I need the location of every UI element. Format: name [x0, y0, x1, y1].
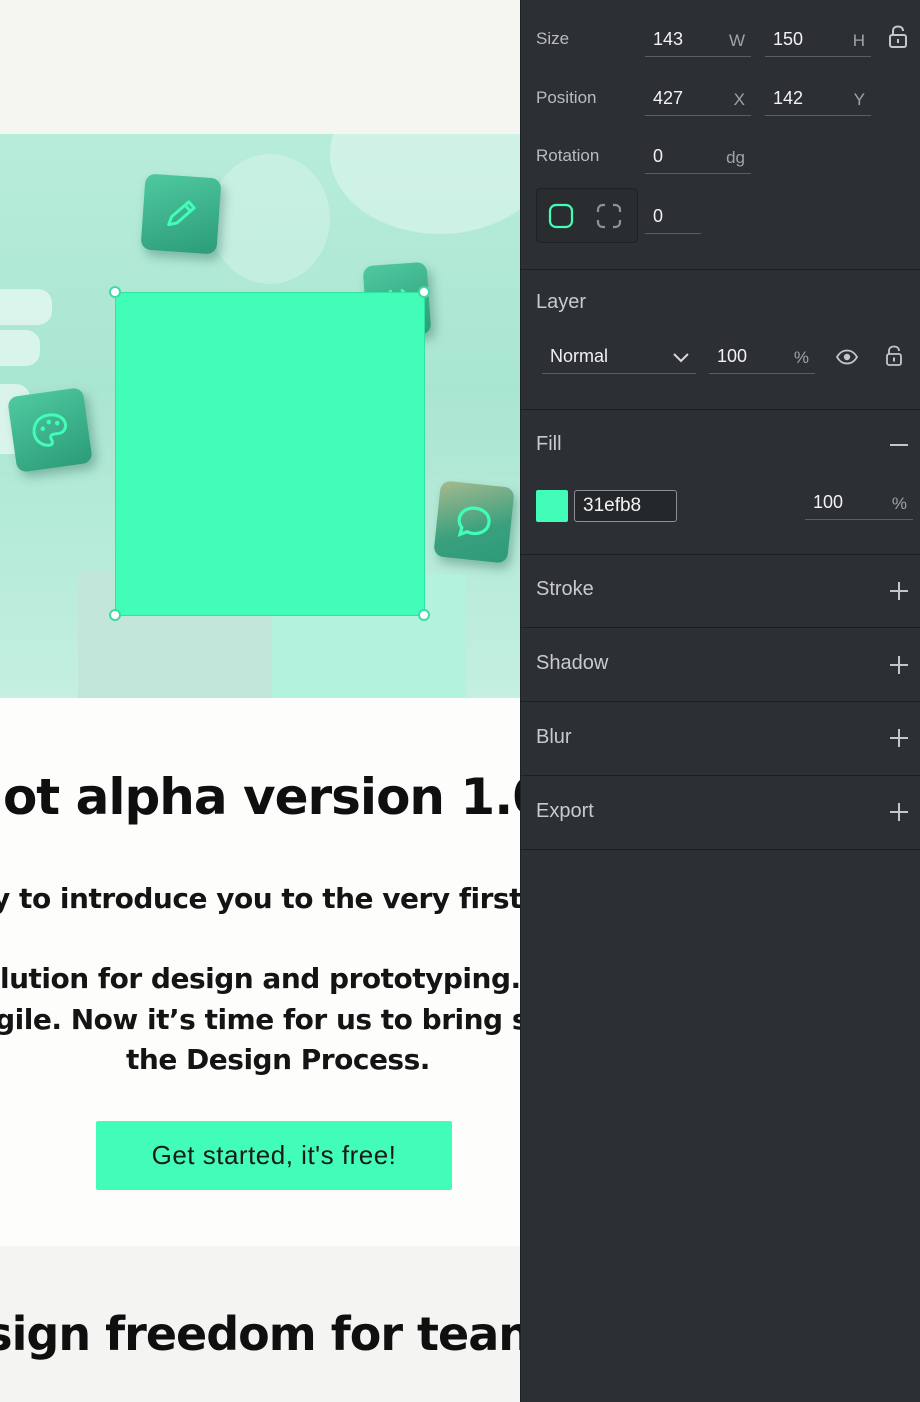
rotation-unit: dg: [726, 148, 745, 167]
layer-opacity-field[interactable]: 100 %: [709, 342, 815, 374]
body-line: Agile. Now it’s time for us to bring s: [0, 1003, 520, 1036]
body-line: py to introduce you to the very first: [0, 882, 520, 915]
add-blur-icon[interactable]: [890, 729, 908, 747]
height-unit: H: [852, 31, 865, 50]
pencil-icon: [167, 200, 196, 227]
fill-color-swatch[interactable]: [536, 490, 568, 522]
position-label: Position: [536, 88, 597, 107]
section-divider: [521, 269, 920, 270]
inspector-panel: Size 143 W 150 H Position 427 X 142 Y Ro…: [520, 0, 920, 1402]
y-value: 142: [773, 88, 804, 108]
chevron-down-icon: [673, 353, 689, 363]
fill-opacity-unit: %: [891, 494, 907, 513]
canvas-top-band: [0, 0, 520, 134]
resize-handle-top-left[interactable]: [109, 286, 121, 298]
layer-section-title: Layer: [536, 291, 587, 313]
width-field[interactable]: 143 W: [645, 25, 751, 57]
section-heading: Design freedom for tean: [0, 1307, 520, 1361]
chat-bubble-icon: [457, 506, 491, 538]
palette-icon-tile: [7, 387, 93, 473]
section-divider: [521, 409, 920, 410]
design-canvas[interactable]: ot alpha version 1.0 py to introduce you…: [0, 0, 520, 1402]
visibility-eye-icon[interactable]: [834, 345, 860, 369]
hero-pill: [0, 330, 40, 366]
x-field[interactable]: 427 X: [645, 84, 751, 116]
proportion-lock-icon[interactable]: [886, 24, 910, 50]
width-unit: W: [728, 31, 745, 50]
independent-corners-icon[interactable]: [595, 202, 623, 230]
layer-opacity-value: 100: [717, 346, 748, 366]
page-headline: ot alpha version 1.0: [2, 768, 520, 826]
y-unit: Y: [853, 90, 865, 109]
body-line: lution for design and prototyping.: [0, 962, 520, 995]
blend-mode-value: Normal: [550, 346, 609, 366]
section-divider: [521, 701, 920, 702]
add-shadow-icon[interactable]: [890, 656, 908, 674]
layer-lock-icon[interactable]: [883, 344, 905, 368]
resize-handle-bottom-left[interactable]: [109, 609, 121, 621]
hero-pill: [0, 289, 52, 325]
hero-blob: [210, 154, 330, 284]
radius-field[interactable]: 0: [645, 202, 701, 234]
x-unit: X: [733, 90, 745, 109]
resize-handle-bottom-right[interactable]: [418, 609, 430, 621]
resize-handle-top-right[interactable]: [418, 286, 430, 298]
fill-hex-value: 31efb8: [583, 495, 642, 516]
blend-mode-select[interactable]: Normal: [542, 342, 696, 374]
fill-section-title: Fill: [536, 433, 562, 455]
export-section-title: Export: [536, 800, 594, 822]
fill-opacity-value: 100: [813, 492, 844, 512]
section-divider: [521, 775, 920, 776]
hero-blob: [330, 134, 520, 234]
section-divider: [521, 849, 920, 850]
y-field[interactable]: 142 Y: [765, 84, 871, 116]
selected-rectangle[interactable]: [115, 292, 425, 616]
blur-section-title: Blur: [536, 726, 572, 748]
body-line: the Design Process.: [126, 1043, 430, 1076]
stroke-section-title: Stroke: [536, 578, 594, 600]
chat-icon-tile: [433, 480, 515, 564]
add-export-icon[interactable]: [890, 803, 908, 821]
height-value: 150: [773, 29, 804, 49]
size-label: Size: [536, 29, 570, 48]
section-divider: [521, 627, 920, 628]
remove-fill-icon[interactable]: [890, 444, 908, 446]
palette-icon: [32, 413, 68, 447]
height-field[interactable]: 150 H: [765, 25, 871, 57]
uniform-radius-icon[interactable]: [547, 202, 575, 230]
fill-hex-input[interactable]: 31efb8: [574, 490, 677, 522]
section-divider: [521, 554, 920, 555]
shadow-section-title: Shadow: [536, 652, 609, 674]
x-value: 427: [653, 88, 684, 108]
fill-opacity-field[interactable]: 100 %: [805, 488, 913, 520]
add-stroke-icon[interactable]: [890, 582, 908, 600]
pencil-icon-tile: [140, 173, 222, 255]
layer-opacity-unit: %: [793, 348, 809, 367]
get-started-button[interactable]: Get started, it's free!: [96, 1121, 452, 1190]
radius-mode-toggle: [536, 188, 638, 243]
radius-value: 0: [653, 206, 664, 226]
rotation-value: 0: [653, 146, 664, 166]
rotation-field[interactable]: 0 dg: [645, 142, 751, 174]
width-value: 143: [653, 29, 684, 49]
rotation-label: Rotation: [536, 146, 600, 165]
